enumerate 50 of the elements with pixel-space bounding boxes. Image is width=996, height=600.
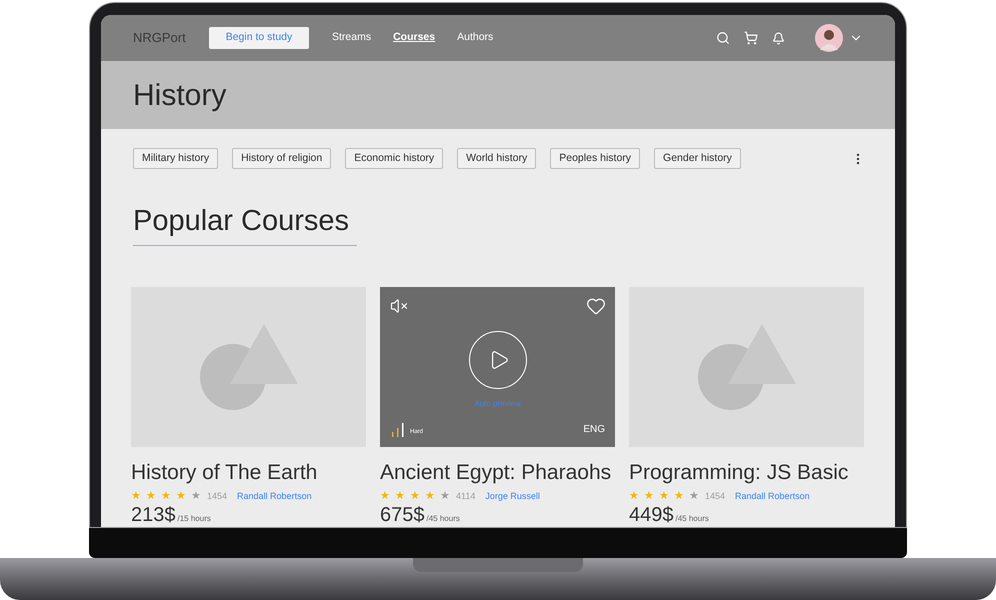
course-title[interactable]: Ancient Egypt: Pharaohs (380, 460, 615, 486)
course-duration: /45 hours (676, 513, 709, 526)
language-label: ENG (583, 422, 605, 436)
review-count: 1454 (705, 490, 726, 503)
star-icon: ★ (191, 491, 201, 502)
star-icon: ★ (674, 491, 684, 502)
category-chip[interactable]: World history (457, 148, 536, 169)
difficulty-bars-icon (392, 422, 404, 436)
course-duration: /15 hours (178, 513, 211, 526)
star-icon: ★ (176, 491, 186, 502)
course-price: 213$ (131, 505, 176, 526)
image-placeholder-icon (698, 324, 796, 410)
star-icon: ★ (644, 491, 654, 502)
star-icon: ★ (161, 491, 171, 502)
play-button[interactable] (468, 331, 526, 389)
star-icon: ★ (425, 491, 435, 502)
category-chip[interactable]: History of religion (232, 148, 332, 169)
star-icon: ★ (410, 491, 420, 502)
bell-icon[interactable] (772, 32, 785, 44)
heart-icon[interactable] (586, 296, 606, 316)
review-count: 1454 (207, 490, 228, 503)
star-icon: ★ (146, 491, 156, 502)
course-price: 675$ (380, 505, 424, 526)
review-count: 4114 (456, 490, 476, 503)
category-chip[interactable]: Economic history (345, 148, 444, 169)
avatar[interactable] (815, 24, 843, 52)
nav-link[interactable]: Streams (332, 30, 372, 46)
category-chip[interactable]: Military history (133, 148, 218, 169)
page-title: History (133, 78, 226, 114)
nav-link[interactable]: Authors (457, 30, 494, 46)
star-icon: ★ (131, 491, 141, 502)
category-chip[interactable]: Gender history (654, 148, 741, 169)
course-title[interactable]: History of The Earth (131, 460, 366, 486)
mute-icon[interactable] (390, 296, 408, 314)
star-icon: ★ (689, 491, 699, 502)
course-title[interactable]: Programming: JS Basic (629, 460, 864, 486)
category-chip[interactable]: Peoples history (550, 148, 640, 169)
star-icon: ★ (395, 491, 405, 502)
nav-link[interactable]: Courses (393, 30, 436, 46)
search-icon[interactable] (716, 31, 730, 45)
section-title: Popular Courses (133, 200, 357, 246)
course-duration: /45 hours (426, 513, 460, 526)
star-icon: ★ (440, 491, 450, 502)
star-icon: ★ (659, 491, 669, 502)
preview-label: Auto preview (474, 398, 521, 410)
star-icon: ★ (380, 491, 390, 502)
course-price: 449$ (629, 505, 674, 526)
star-icon: ★ (629, 491, 639, 502)
cart-icon[interactable] (744, 31, 758, 45)
image-placeholder-icon (200, 324, 298, 410)
